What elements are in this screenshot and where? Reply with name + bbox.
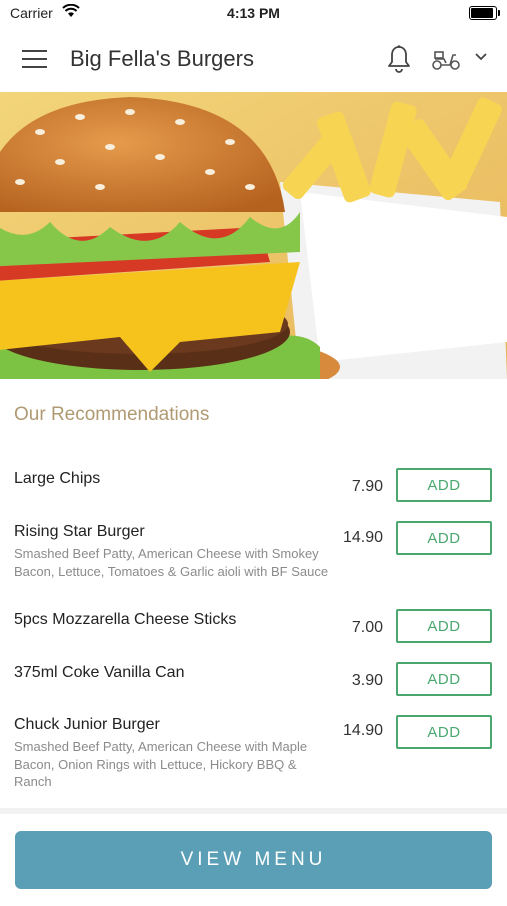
item-price: 14.90 [342, 529, 383, 546]
view-menu-button[interactable]: VIEW MENU [15, 831, 492, 889]
scooter-icon[interactable] [430, 46, 462, 72]
item-price: 14.90 [342, 722, 383, 739]
hero-image [0, 92, 507, 379]
item-description: Smashed Beef Patty, American Cheese with… [14, 739, 308, 789]
item-name: 5pcs Mozzarella Cheese Sticks [14, 611, 237, 628]
item-price: 3.90 [351, 672, 383, 689]
battery-icon [469, 6, 500, 20]
chevron-down-icon[interactable] [474, 52, 488, 62]
clock: 4:13 PM [227, 5, 280, 21]
status-bar: Carrier 4:13 PM [0, 0, 507, 26]
item-name: Chuck Junior Burger [14, 716, 160, 733]
section-title: Our Recommendations [14, 404, 210, 425]
item-name: 375ml Coke Vanilla Can [14, 664, 185, 681]
add-button[interactable]: ADD [396, 609, 492, 643]
item-name: Large Chips [14, 470, 101, 487]
item-description: Smashed Beef Patty, American Cheese with… [14, 546, 329, 579]
add-button[interactable]: ADD [396, 715, 492, 749]
item-price: 7.00 [351, 619, 383, 636]
menu-icon[interactable] [22, 50, 47, 68]
add-button[interactable]: ADD [396, 662, 492, 696]
app-header: Big Fella's Burgers [0, 26, 507, 92]
add-button[interactable]: ADD [396, 468, 492, 502]
add-button[interactable]: ADD [396, 521, 492, 555]
item-price: 7.90 [351, 478, 383, 495]
bell-icon[interactable] [386, 44, 412, 74]
item-name: Rising Star Burger [14, 523, 145, 540]
page-title: Big Fella's Burgers [70, 46, 254, 71]
